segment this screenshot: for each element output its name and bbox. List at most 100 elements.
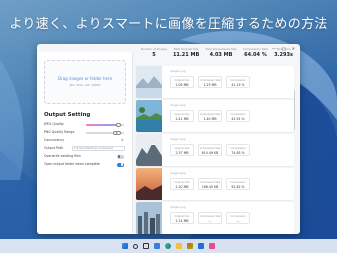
compression-rate: …: [236, 218, 240, 223]
column-label: Original Size: [174, 112, 190, 116]
compression-rate-cell: Compression 41.91 %: [226, 110, 250, 122]
compressed-size-cell: Compressed Size 610.49 KB: [198, 144, 222, 156]
thumbnail-city: [136, 202, 162, 234]
search-icon[interactable]: [133, 243, 138, 249]
store-icon[interactable]: [187, 243, 193, 249]
column-label: Original Size: [174, 78, 190, 82]
thumbnail-lake: [136, 66, 162, 98]
compression-rate-cell: Compression …: [226, 212, 250, 224]
compression-rate: 41.15 %: [231, 82, 245, 87]
overwrite-toggle[interactable]: [117, 154, 124, 159]
stat-label: Number of Images: [141, 47, 167, 51]
compressed-size: 1.40 MB: [203, 116, 217, 121]
column-label: Compressed Size: [199, 112, 221, 116]
compression-rate-cell: Compression 92.62 %: [226, 178, 250, 190]
stat-label: Total Time: [276, 47, 291, 51]
thumbnail-sunset: [136, 168, 162, 200]
file-card[interactable]: image-5.jpg Original Size 2.14 MB Compre…: [136, 202, 294, 234]
app-icon[interactable]: [209, 243, 215, 249]
original-size-cell: Original Size 2.09 MB: [170, 76, 194, 88]
compressed-size-cell: Compressed Size 1.23 MB: [198, 76, 222, 88]
headline: より速く、よりスマートに画像を圧縮するための方法: [9, 17, 328, 32]
original-size: 2.14 MB: [175, 218, 189, 223]
file-card[interactable]: image-2.jpg Original Size 2.41 MB Compre…: [136, 100, 294, 132]
widgets-icon[interactable]: [154, 243, 160, 249]
file-name: image-4.jpg: [170, 172, 186, 175]
output-path-setting: Output Path C:\Users\Desktop\compressed: [44, 146, 126, 152]
compressed-size: 1.23 MB: [203, 82, 217, 87]
column-label: Compressed Size: [199, 146, 221, 150]
column-label: Compressed Size: [199, 78, 221, 82]
drop-zone[interactable]: Drag images or folder here JPG, PNG, GIF…: [44, 60, 126, 104]
jpeg-quality-handle[interactable]: [116, 122, 121, 127]
column-label: Original Size: [174, 214, 190, 218]
stat-original-size: Total Original Size 11.21 MB: [173, 47, 199, 63]
stat-value: 11.21 MB: [172, 52, 200, 58]
stat-label: Total Compressed Size: [205, 47, 237, 51]
concurrency-value[interactable]: 4: [121, 138, 123, 142]
original-size: 2.41 MB: [175, 116, 189, 121]
column-label: Compression: [230, 146, 246, 150]
png-quality-high-handle[interactable]: [116, 130, 121, 135]
jpeg-quality-slider[interactable]: [86, 122, 124, 127]
open-folder-label: Open output folder when complete: [44, 162, 100, 166]
compression-rate: 41.91 %: [231, 116, 245, 121]
taskbar: [0, 239, 337, 253]
thumbnail-coast: [136, 100, 162, 132]
concurrency-label: Concurrency: [44, 138, 65, 142]
list-scrollbar[interactable]: [293, 90, 295, 130]
explorer-icon[interactable]: [176, 243, 182, 249]
compressed-size: …: [208, 218, 212, 223]
compressed-size: 610.49 KB: [201, 150, 219, 155]
stat-compression-rate: Compression Rate 64.04 %: [243, 47, 268, 63]
file-card[interactable]: image-3.jpg Original Size 2.37 MB Compre…: [136, 134, 294, 166]
drop-zone-subtitle: JPG, PNG, GIF, WEBP: [69, 83, 101, 87]
compression-rate-cell: Compression 41.15 %: [226, 76, 250, 88]
stat-value: 5: [152, 52, 156, 58]
column-label: Original Size: [174, 146, 190, 150]
original-size-cell: Original Size 2.20 MB: [170, 178, 194, 190]
settings-sidebar: Drag images or folder here JPG, PNG, GIF…: [37, 52, 133, 234]
overwrite-setting: Overwrite existing files: [44, 154, 126, 160]
original-size-cell: Original Size 2.14 MB: [170, 212, 194, 224]
file-name: image-3.jpg: [170, 138, 186, 141]
stat-total-time: Total Time 3.293s: [274, 47, 293, 63]
output-setting-title: Output Setting: [44, 112, 91, 118]
jpeg-quality-setting: JPEG Quality: [44, 122, 126, 128]
png-quality-label: PNG Quality Range: [44, 130, 75, 134]
start-icon[interactable]: [122, 243, 128, 249]
concurrency-setting: Concurrency 4: [44, 138, 126, 144]
open-folder-setting: Open output folder when complete: [44, 162, 126, 168]
jpeg-quality-label: JPEG Quality: [44, 122, 64, 126]
open-folder-toggle[interactable]: [117, 162, 124, 167]
file-card[interactable]: image-4.jpg Original Size 2.20 MB Compre…: [136, 168, 294, 200]
file-name: image-1.jpg: [170, 70, 186, 73]
drop-zone-title: Drag images or folder here: [57, 76, 113, 81]
original-size: 2.09 MB: [175, 82, 189, 87]
output-path-label: Output Path: [44, 146, 64, 150]
column-label: Compression: [230, 180, 246, 184]
thumbnail-mountain: [136, 134, 162, 166]
column-label: Compression: [230, 78, 246, 82]
edge-icon[interactable]: [165, 243, 171, 249]
column-label: Compression: [230, 214, 246, 218]
compression-rate-cell: Compression 74.85 %: [226, 144, 250, 156]
file-name: image-2.jpg: [170, 104, 186, 107]
png-quality-slider[interactable]: [86, 130, 124, 135]
compressed-size-cell: Compressed Size 1.40 MB: [198, 110, 222, 122]
compressed-size-cell: Compressed Size 166.40 KB: [198, 178, 222, 190]
task-view-icon[interactable]: [143, 243, 149, 249]
original-size: 2.37 MB: [175, 150, 189, 155]
app-window: — □ ✕ Drag images or folder here JPG, PN…: [37, 44, 300, 234]
column-label: Compressed Size: [199, 214, 221, 218]
compressed-size: 166.40 KB: [201, 184, 219, 189]
compressed-size-cell: Compressed Size …: [198, 212, 222, 224]
column-label: Compressed Size: [199, 180, 221, 184]
mail-icon[interactable]: [198, 243, 204, 249]
file-card[interactable]: image-1.jpg Original Size 2.09 MB Compre…: [136, 66, 294, 98]
original-size: 2.20 MB: [175, 184, 189, 189]
column-label: Compression: [230, 112, 246, 116]
stat-value: 64.04 %: [244, 52, 267, 58]
output-path-field[interactable]: C:\Users\Desktop\compressed: [72, 146, 125, 151]
jpeg-quality-fill: [86, 124, 119, 126]
